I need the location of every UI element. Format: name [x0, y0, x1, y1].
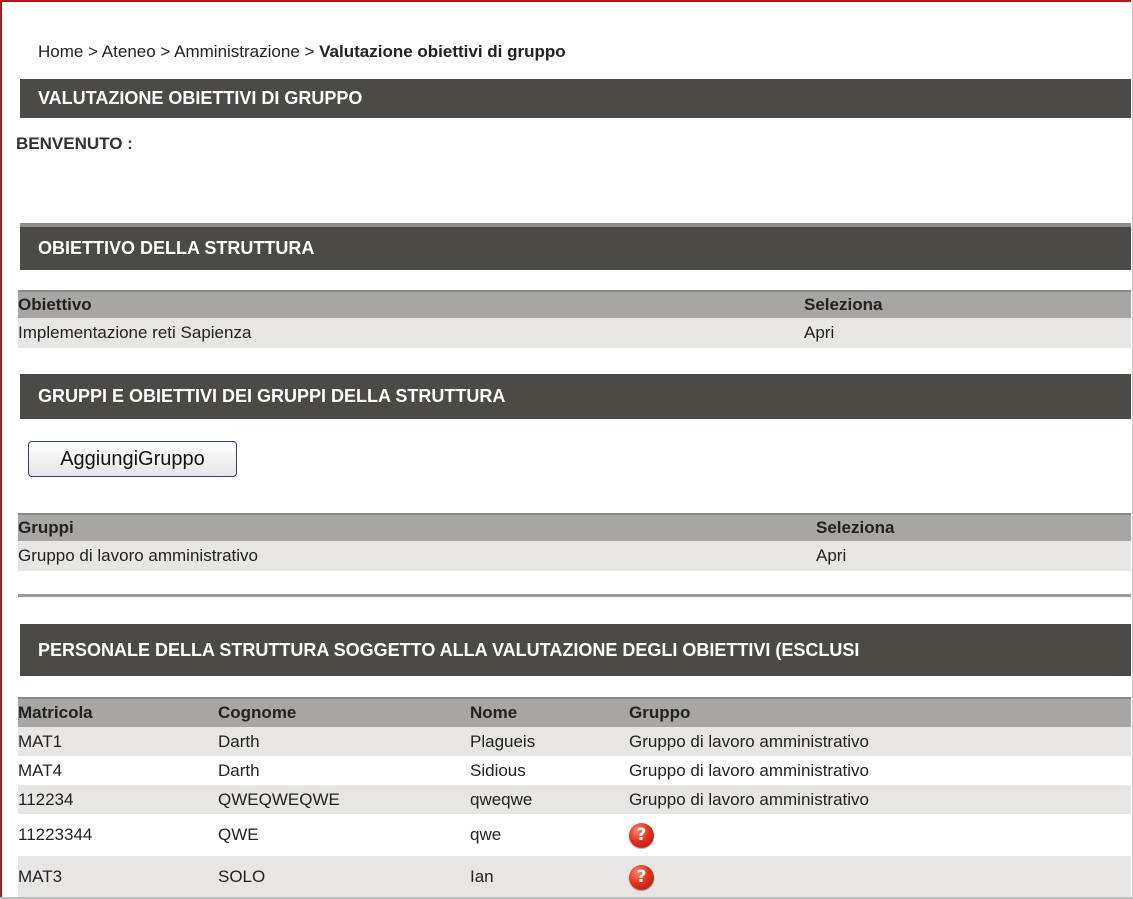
page-frame: Home > Ateneo > Amministrazione > Valuta… [0, 0, 1131, 898]
groups-table-header: Gruppi Seleziona [18, 513, 1131, 541]
breadcrumb-separator: > [299, 42, 320, 61]
groups-section-header: GRUPPI E OBIETTIVI DEI GRUPPI DELLA STRU… [20, 374, 1131, 419]
cognome-cell: QWE [218, 825, 259, 844]
matricola-cell: 11223344 [18, 825, 93, 844]
matricola-cell: MAT3 [18, 867, 63, 886]
welcome-text: BENVENUTO : [16, 134, 133, 153]
gruppo-cell: Gruppo di lavoro amministrativo [629, 731, 869, 751]
breadcrumb-current: Valutazione obiettivi di gruppo [319, 42, 566, 61]
cognome-cell: Darth [218, 760, 260, 780]
table-row[interactable]: MAT3 SOLO Ian ? [18, 856, 1131, 898]
table-row: Implementazione reti Sapienza Apri [18, 318, 1131, 348]
nome-cell: Sidious [470, 760, 526, 780]
breadcrumb-home[interactable]: Home [38, 42, 83, 61]
column-header-seleziona: Seleziona [804, 295, 883, 314]
groups-table: Gruppi Seleziona Gruppo di lavoro ammini… [18, 513, 1131, 571]
breadcrumb-separator: > [155, 42, 175, 61]
nome-cell: Plagueis [470, 731, 536, 751]
unassigned-group-cell: ? [629, 814, 654, 856]
objective-table-header: Obiettivo Seleziona [18, 290, 1131, 318]
page-title-bar: VALUTAZIONE OBIETTIVI DI GRUPPO [20, 79, 1131, 118]
gruppo-cell: Gruppo di lavoro amministrativo [629, 789, 869, 809]
section-divider [18, 594, 1131, 597]
nome-cell: Ian [470, 867, 494, 886]
column-header-obiettivo: Obiettivo [18, 295, 92, 314]
open-group-link[interactable]: Apri [816, 541, 846, 571]
group-name: Gruppo di lavoro amministrativo [18, 546, 258, 565]
groups-section-title: GRUPPI E OBIETTIVI DEI GRUPPI DELLA STRU… [38, 386, 506, 406]
matricola-cell: MAT4 [18, 760, 63, 780]
table-row: Gruppo di lavoro amministrativo Apri [18, 541, 1131, 571]
table-row[interactable]: 11223344 QWE qwe ? [18, 814, 1131, 856]
staff-section-header: PERSONALE DELLA STRUTTURA SOGGETTO ALLA … [20, 624, 1131, 676]
question-icon[interactable]: ? [629, 822, 654, 848]
page-title: VALUTAZIONE OBIETTIVI DI GRUPPO [38, 88, 363, 108]
objective-table: Obiettivo Seleziona Implementazione reti… [18, 290, 1131, 348]
column-header-cognome: Cognome [218, 703, 297, 722]
table-row[interactable]: 112234 QWEQWEQWE qweqwe Gruppo di lavoro… [18, 785, 1131, 814]
breadcrumb-amministrazione[interactable]: Amministrazione [174, 42, 300, 61]
staff-section-title: PERSONALE DELLA STRUTTURA SOGGETTO ALLA … [38, 639, 860, 660]
nome-cell: qwe [470, 825, 502, 844]
table-row[interactable]: MAT4 Darth Sidious Gruppo di lavoro ammi… [18, 756, 1131, 785]
column-header-gruppi: Gruppi [18, 518, 74, 537]
table-row[interactable]: MAT1 Darth Plagueis Gruppo di lavoro amm… [18, 727, 1131, 756]
matricola-cell: 112234 [18, 789, 74, 809]
unassigned-group-cell: ? [629, 856, 654, 898]
breadcrumb-ateneo[interactable]: Ateneo [102, 42, 156, 61]
cognome-cell: Darth [218, 731, 260, 751]
question-icon[interactable]: ? [629, 864, 654, 890]
column-header-seleziona: Seleziona [816, 518, 895, 537]
matricola-cell: MAT1 [18, 731, 63, 751]
column-header-matricola: Matricola [18, 703, 93, 722]
column-header-gruppo: Gruppo [629, 703, 691, 722]
objective-section-title: OBIETTIVO DELLA STRUTTURA [38, 238, 315, 258]
add-group-button[interactable]: AggiungiGruppo [28, 441, 237, 477]
gruppo-cell: Gruppo di lavoro amministrativo [629, 760, 869, 780]
cognome-cell: QWEQWEQWE [218, 789, 340, 809]
staff-table-header: Matricola Cognome Nome Gruppo [18, 697, 1131, 727]
staff-table: Matricola Cognome Nome Gruppo MAT1 Darth… [18, 697, 1131, 898]
objective-name: Implementazione reti Sapienza [18, 323, 252, 342]
objective-section-header: OBIETTIVO DELLA STRUTTURA [20, 223, 1131, 270]
cognome-cell: SOLO [218, 867, 266, 886]
nome-cell: qweqwe [470, 789, 533, 809]
breadcrumb: Home > Ateneo > Amministrazione > Valuta… [38, 42, 566, 62]
open-objective-link[interactable]: Apri [804, 318, 834, 348]
breadcrumb-separator: > [83, 42, 102, 61]
column-header-nome: Nome [470, 703, 518, 722]
